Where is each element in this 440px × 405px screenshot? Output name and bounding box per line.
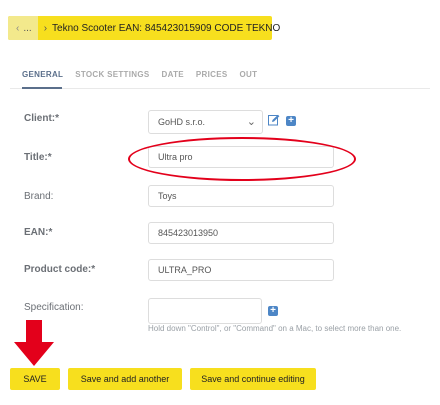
add-icon[interactable]: + [268,306,278,316]
save-and-continue-editing-button[interactable]: Save and continue editing [190,368,316,390]
breadcrumb: ‹ ... › Tekno Scooter EAN: 845423015909 … [8,16,280,40]
client-select-value: GoHD s.r.o. [158,117,206,127]
specification-help-text: Hold down "Control", or "Command" on a M… [148,324,402,333]
title-label: Title:* [24,152,52,163]
breadcrumb-home[interactable]: ‹ ... [8,16,38,40]
save-button[interactable]: SAVE [10,368,60,390]
client-label: Client:* [24,113,59,124]
chevron-right-icon: › [43,22,48,34]
breadcrumb-ellipsis[interactable]: ... [23,23,31,34]
chevron-down-icon: ⌄ [246,116,256,128]
client-select[interactable]: GoHD s.r.o. ⌄ [148,110,263,134]
add-icon[interactable]: + [286,116,296,126]
ean-input[interactable]: 845423013950 [148,222,334,244]
tab-bar: GENERAL STOCK SETTINGS DATE PRICES OUT [22,70,269,79]
ean-label: EAN:* [24,227,53,238]
tab-date[interactable]: DATE [162,70,184,79]
product-code-label: Product code:* [24,264,96,275]
tab-prices[interactable]: PRICES [196,70,228,79]
save-and-add-another-button[interactable]: Save and add another [68,368,182,390]
annotation-oval [128,137,356,181]
specification-multiselect[interactable] [148,298,262,324]
tab-general[interactable]: GENERAL [22,70,63,79]
active-tab-indicator [22,87,62,89]
breadcrumb-current: › Tekno Scooter EAN: 845423015909 CODE T… [38,23,281,34]
tab-divider [10,88,430,89]
chevron-left-icon: ‹ [16,22,20,34]
breadcrumb-current-label: Tekno Scooter EAN: 845423015909 CODE TEK… [52,22,281,34]
arrow-down-icon [14,320,54,366]
edit-icon[interactable] [268,114,280,126]
tab-out[interactable]: OUT [240,70,258,79]
specification-label: Specification: [24,302,84,313]
product-code-input[interactable]: ULTRA_PRO [148,259,334,281]
brand-input[interactable]: Toys [148,185,334,207]
tab-stock-settings[interactable]: STOCK SETTINGS [75,70,149,79]
brand-label: Brand: [24,191,54,202]
